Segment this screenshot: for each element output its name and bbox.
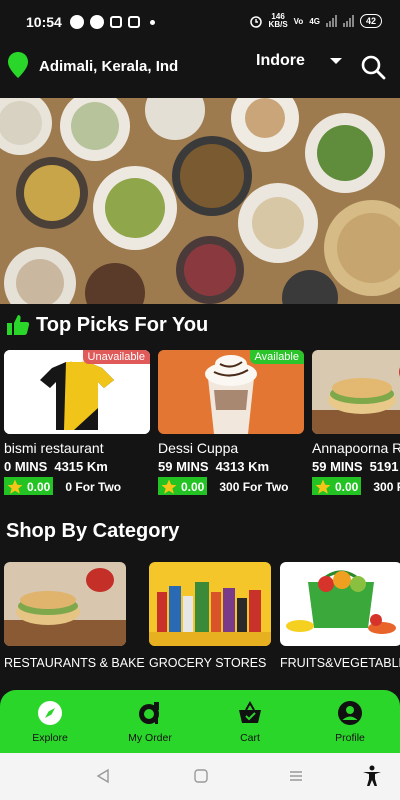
rating-row: 0.00 300 For Two [312,477,400,495]
notification-icons [70,15,155,29]
category-label: GROCERY STORES [149,656,267,670]
delivery-time: 59 MINS [312,459,363,474]
top-picks-list[interactable]: Unavailable bismi restaurant 0 MINS 4315 … [4,350,400,495]
distance: 4315 Km [54,459,108,474]
nav-cart[interactable]: Cart [200,690,300,753]
order-icon [139,702,159,724]
distance: 5191 Km [369,459,400,474]
bottom-nav: Explore My Order Cart Profile [0,690,400,753]
restaurant-meta: 0 MINS 4315 Km [4,459,150,474]
alarm-icon [249,16,262,28]
price-for-two: 300 For Two [373,480,400,494]
top-picks-heading: Top Picks For You [6,313,208,337]
rating-badge: 0.00 [312,477,362,495]
battery-indicator: 42 [359,14,382,28]
chat-icon [90,15,104,29]
restaurant-card[interactable]: Available Dessi Cuppa 59 MINS 4313 Km 0.0… [158,350,304,495]
search-icon[interactable] [360,54,386,80]
back-icon[interactable] [95,768,111,784]
thumbs-up-icon [7,315,30,335]
nav-label: Profile [335,732,365,744]
grocery-image [149,562,271,646]
top-picks-title: Top Picks For You [36,313,209,336]
star-icon [161,479,177,494]
home-icon[interactable] [193,768,209,784]
restaurant-image [312,350,400,434]
rating-badge: 0.00 [4,477,54,495]
chevron-down-icon[interactable] [330,58,342,64]
category-card[interactable]: RESTAURANTS & BAKE [4,562,145,670]
rating-value: 0.00 [27,480,51,494]
restaurant-name: Dessi Cuppa [158,440,239,456]
notification-icon [70,15,84,29]
star-icon [315,479,331,494]
restaurant-card[interactable]: Unavailable bismi restaurant 0 MINS 4315 … [4,350,150,495]
status-bar: 10:54 146 KB/S Vo 4G 42 [0,0,400,44]
accessibility-icon[interactable] [362,765,382,787]
category-list[interactable]: RESTAURANTS & BAKE GROCERY STORES FRUITS… [4,562,400,677]
status-badge: Unavailable [82,350,150,364]
cart-icon [239,700,261,723]
star-icon [7,479,23,494]
sandwich-image [312,350,400,434]
delivery-time: 0 MINS [4,459,48,474]
category-label: FRUITS&VEGETABLES [280,656,400,670]
nav-label: Cart [240,732,260,744]
restaurant-meta: 59 MINS 4313 Km [158,459,304,474]
restaurant-name: bismi restaurant [4,440,104,456]
city-select[interactable]: Indore [256,52,305,70]
more-dot-icon [150,19,155,25]
delivery-time: 59 MINS [158,459,209,474]
category-image [149,562,271,646]
price-for-two: 300 For Two [219,480,289,494]
compass-icon [38,701,62,725]
status-time: 10:54 [26,14,62,30]
nav-profile[interactable]: Profile [300,690,400,753]
net-speed-unit: KB/S [268,20,288,29]
location-pin-icon[interactable] [8,52,28,78]
current-location[interactable]: Adimali, Kerala, Ind [39,58,178,75]
restaurant-name: Annapoorna R [312,440,400,456]
distance: 4313 Km [215,459,270,474]
bakery-image [4,562,126,646]
rating-value: 0.00 [181,480,205,494]
grid-icon [128,16,140,28]
nav-label: Explore [32,732,68,744]
restaurant-card[interactable]: Annapoorna R 59 MINS 5191 Km 0.00 300 For… [312,350,400,495]
net-speed: 146 KB/S [269,13,288,29]
banner-carousel[interactable] [0,98,400,304]
system-icons: 146 KB/S Vo 4G 42 [249,13,382,29]
category-label: RESTAURANTS & BAKE [4,656,145,670]
profile-icon [338,701,362,725]
vegetables-image [280,562,400,646]
category-card[interactable]: FRUITS&VEGETABLES [280,562,400,670]
nav-explore[interactable]: Explore [0,690,100,753]
nav-my-order[interactable]: My Order [100,690,200,753]
restaurant-image: Unavailable [4,350,150,434]
rating-row: 0.00 300 For Two [158,477,304,495]
app-icon [110,16,122,28]
recents-icon[interactable] [288,768,304,784]
rating-badge: 0.00 [158,477,208,495]
signal-icon [325,15,337,27]
category-image [4,562,126,646]
category-title: Shop By Category [6,520,180,542]
nav-label: My Order [128,732,172,744]
category-card[interactable]: GROCERY STORES [149,562,271,670]
network-label: 4G [309,16,320,26]
rating-value: 0.00 [335,480,359,494]
restaurant-meta: 59 MINS 5191 Km [312,459,400,474]
category-heading: Shop By Category [6,520,179,543]
price-for-two: 0 For Two [65,480,122,494]
app-header: Adimali, Kerala, Ind Indore [0,44,400,96]
system-nav-bar [0,753,400,800]
restaurant-image: Available [158,350,304,434]
rating-row: 0.00 0 For Two [4,477,150,495]
status-badge: Available [249,350,304,364]
volte-icon: Vo [293,16,304,26]
signal-icon-2 [342,15,354,27]
banner-image [0,98,400,304]
category-image [280,562,400,646]
